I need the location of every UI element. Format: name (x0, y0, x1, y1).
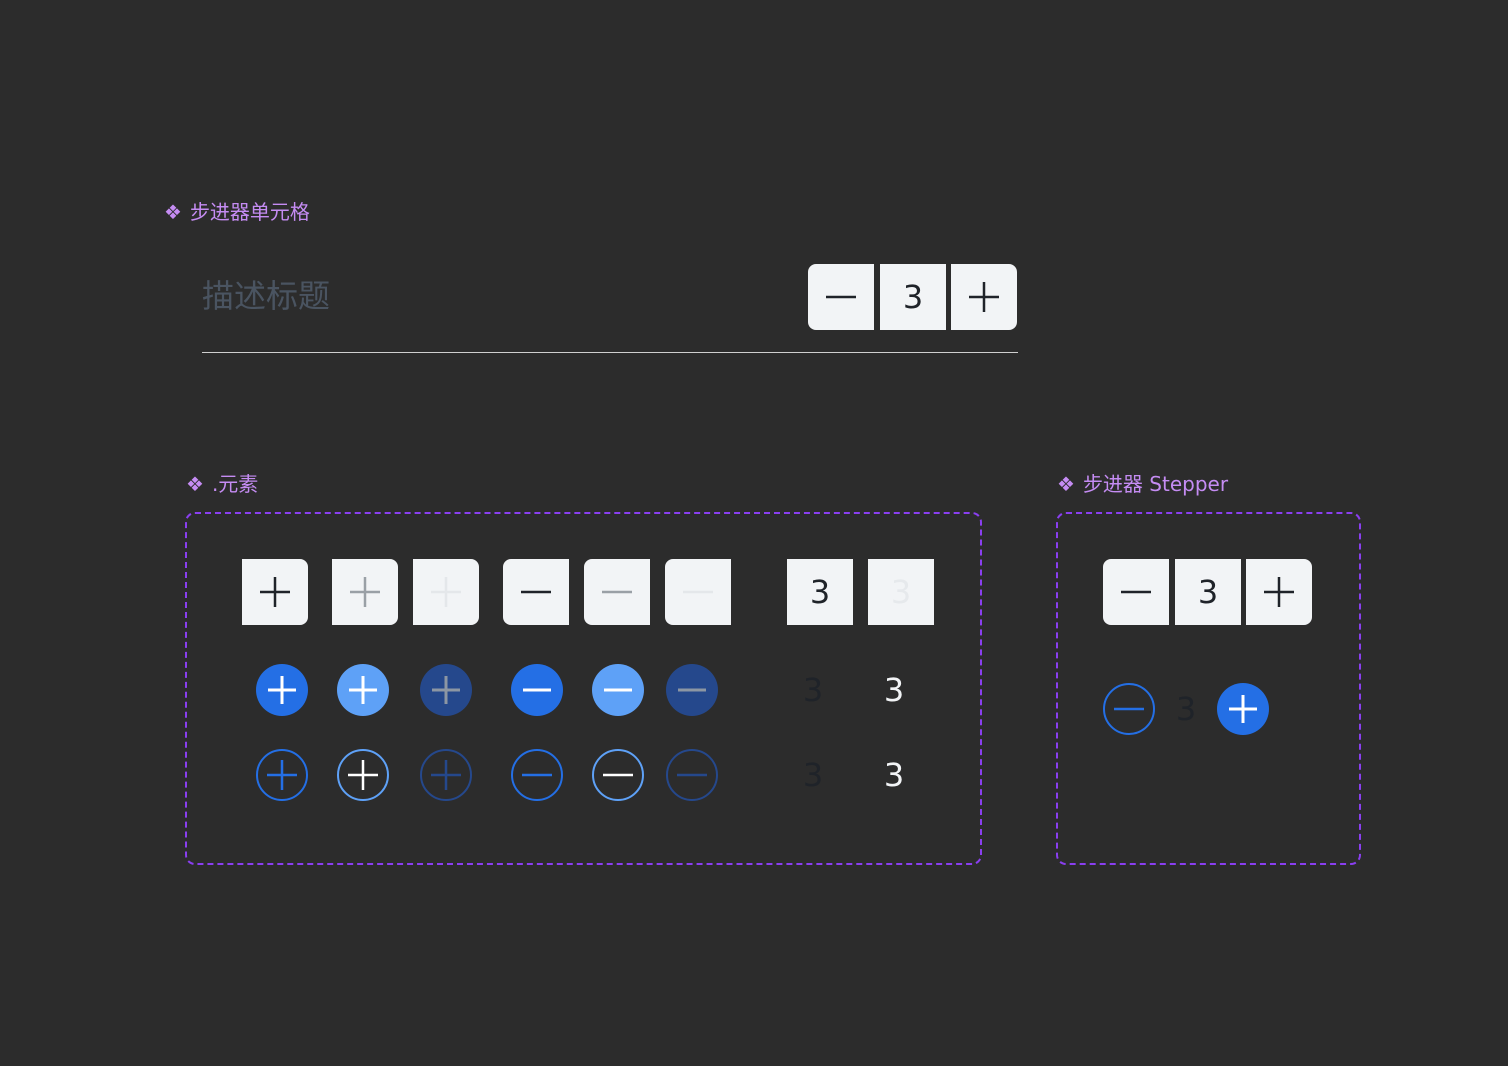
plus-icon (1264, 577, 1294, 607)
value-field[interactable]: 3 (1175, 559, 1241, 625)
plus-icon (349, 676, 377, 704)
minus-icon (602, 590, 632, 594)
number-text: 3 (890, 573, 912, 611)
filled-plus-button-disabled[interactable] (420, 664, 472, 716)
decrement-button[interactable] (808, 264, 874, 330)
cell-stepper: 3 (808, 264, 1018, 330)
component-icon: ❖ (186, 472, 204, 496)
value-field[interactable]: 3 (880, 264, 946, 330)
minus-button-disabled[interactable] (665, 559, 731, 625)
plus-icon (268, 676, 296, 704)
minus-icon (1114, 707, 1144, 711)
decrement-button[interactable] (1103, 559, 1169, 625)
plain-number-light: 3 (883, 756, 905, 794)
minus-icon (522, 773, 552, 777)
cell-divider (202, 352, 1018, 353)
filled-minus-button-disabled[interactable] (666, 664, 718, 716)
value-text: 3 (902, 278, 924, 316)
plus-icon (267, 760, 297, 790)
stepper-cell-component-title: ❖ 步进器单元格 (164, 200, 310, 224)
plus-icon (969, 282, 999, 312)
stepper-component-title: ❖ 步进器 Stepper (1057, 472, 1228, 496)
minus-icon (826, 295, 856, 299)
minus-icon (603, 773, 633, 777)
round-decrement-button[interactable] (1103, 683, 1155, 735)
plus-icon (431, 760, 461, 790)
minus-button-pressed[interactable] (584, 559, 650, 625)
increment-button[interactable] (1246, 559, 1312, 625)
square-stepper: 3 (1103, 559, 1313, 625)
outline-plus-button-default[interactable] (256, 749, 308, 801)
filled-plus-button-pressed[interactable] (337, 664, 389, 716)
value-text: 3 (1197, 573, 1219, 611)
stepper-cell-title-text: 步进器单元格 (189, 200, 310, 224)
outline-plus-button-disabled[interactable] (420, 749, 472, 801)
number-box-default[interactable]: 3 (787, 559, 853, 625)
plain-number-dark: 3 (802, 756, 824, 794)
filled-minus-button-default[interactable] (511, 664, 563, 716)
plus-icon (431, 577, 461, 607)
outline-minus-button-pressed[interactable] (592, 749, 644, 801)
minus-icon (677, 773, 707, 777)
component-icon: ❖ (164, 200, 182, 224)
minus-button-default[interactable] (503, 559, 569, 625)
component-icon: ❖ (1057, 472, 1075, 496)
plus-icon (260, 577, 290, 607)
plus-icon (348, 760, 378, 790)
cell-label: 描述标题 (202, 277, 331, 315)
minus-icon (678, 688, 706, 692)
filled-plus-button-default[interactable] (256, 664, 308, 716)
plus-icon (432, 676, 460, 704)
minus-icon (1121, 590, 1151, 594)
plus-button-default[interactable] (242, 559, 308, 625)
outline-minus-button-disabled[interactable] (666, 749, 718, 801)
number-text: 3 (809, 573, 831, 611)
minus-icon (604, 688, 632, 692)
minus-icon (683, 590, 713, 594)
number-box-disabled[interactable]: 3 (868, 559, 934, 625)
round-increment-button[interactable] (1217, 683, 1269, 735)
outline-minus-button-default[interactable] (511, 749, 563, 801)
outline-plus-button-pressed[interactable] (337, 749, 389, 801)
plus-button-pressed[interactable] (332, 559, 398, 625)
filled-minus-button-pressed[interactable] (592, 664, 644, 716)
minus-icon (521, 590, 551, 594)
plus-button-disabled[interactable] (413, 559, 479, 625)
plus-icon (1229, 695, 1257, 723)
plus-icon (350, 577, 380, 607)
increment-button[interactable] (951, 264, 1017, 330)
round-stepper-value: 3 (1175, 690, 1197, 728)
plain-number-light: 3 (883, 671, 905, 709)
plain-number-dark: 3 (802, 671, 824, 709)
stepper-title-text: 步进器 Stepper (1082, 472, 1229, 496)
elements-component-title: ❖ .元素 (186, 472, 258, 496)
minus-icon (523, 688, 551, 692)
elements-title-text: .元素 (211, 472, 259, 496)
